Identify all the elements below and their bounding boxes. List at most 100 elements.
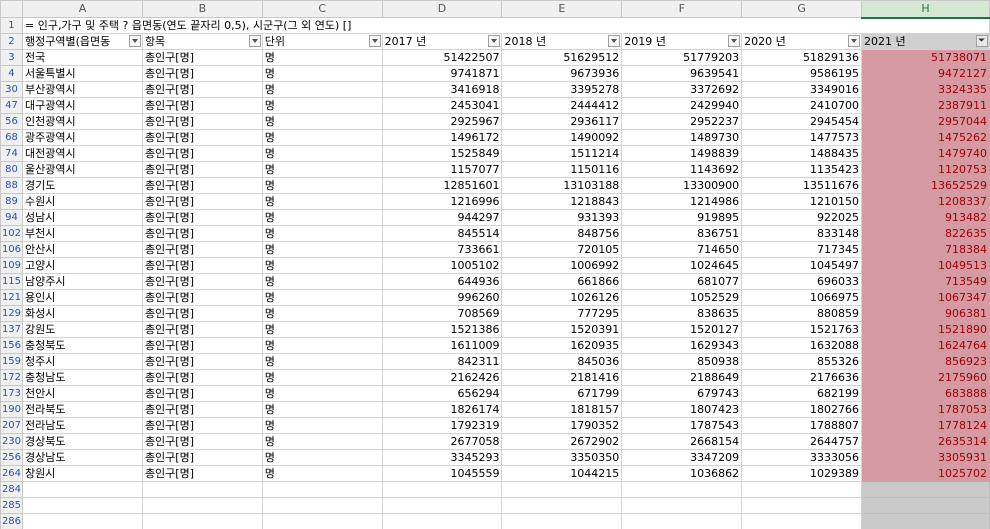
cell-y2021[interactable]: 1049513 [861, 257, 990, 274]
cell-y2020[interactable]: 1029389 [741, 465, 863, 482]
cell-unit[interactable]: 명 [261, 241, 383, 258]
spreadsheet-grid[interactable]: A B C D E F G H 1 = 인구,가구 및 주택 ? 읍면동(연도 끝자리 0,5),… [0, 0, 990, 529]
cell-y2020[interactable]: 682199 [741, 385, 863, 402]
row-number[interactable]: 56 [0, 113, 23, 130]
filter-dropdown-icon[interactable] [368, 35, 381, 47]
cell-y2021[interactable]: 913482 [861, 209, 990, 226]
header-cell-b[interactable]: 항목 [141, 33, 263, 50]
empty-cell[interactable] [741, 513, 863, 529]
cell-y2017[interactable]: 2162426 [381, 369, 503, 386]
cell-y2018[interactable]: 845036 [501, 353, 623, 370]
cell-y2018[interactable]: 1006992 [501, 257, 623, 274]
cell-y2021[interactable]: 9472127 [861, 65, 990, 82]
cell-item[interactable]: 총인구[명] [141, 81, 263, 98]
cell-y2021[interactable]: 683888 [861, 385, 990, 402]
cell-y2019[interactable]: 1214986 [621, 193, 743, 210]
cell-y2020[interactable]: 855326 [741, 353, 863, 370]
cell-region[interactable]: 전라남도 [21, 417, 143, 434]
cell-unit[interactable]: 명 [261, 209, 383, 226]
cell-y2019[interactable]: 1807423 [621, 401, 743, 418]
cell-y2017[interactable]: 2925967 [381, 113, 503, 130]
column-header-a[interactable]: A [21, 0, 143, 18]
cell-y2017[interactable]: 1792319 [381, 417, 503, 434]
cell-y2019[interactable]: 919895 [621, 209, 743, 226]
cell-y2018[interactable]: 1790352 [501, 417, 623, 434]
cell-region[interactable]: 경상남도 [21, 449, 143, 466]
cell-y2017[interactable]: 2677058 [381, 433, 503, 450]
row-number[interactable]: 256 [0, 449, 23, 466]
cell-item[interactable]: 총인구[명] [141, 257, 263, 274]
column-header-d[interactable]: D [381, 0, 503, 18]
cell-y2020[interactable]: 1788807 [741, 417, 863, 434]
empty-cell[interactable] [861, 481, 990, 498]
row-number[interactable]: 106 [0, 241, 23, 258]
cell-unit[interactable]: 명 [261, 193, 383, 210]
row-number[interactable]: 94 [0, 209, 23, 226]
cell-item[interactable]: 총인구[명] [141, 177, 263, 194]
empty-cell[interactable] [501, 481, 623, 498]
cell-region[interactable]: 충청남도 [21, 369, 143, 386]
cell-region[interactable]: 대전광역시 [21, 145, 143, 162]
header-cell-g[interactable]: 2020 년 [741, 33, 863, 50]
cell-y2019[interactable]: 1036862 [621, 465, 743, 482]
empty-cell[interactable] [261, 497, 383, 514]
cell-item[interactable]: 총인구[명] [141, 97, 263, 114]
column-header-f[interactable]: F [621, 0, 743, 18]
empty-cell[interactable] [381, 481, 503, 498]
cell-y2021[interactable]: 906381 [861, 305, 990, 322]
cell-y2020[interactable]: 51829136 [741, 49, 863, 66]
cell-y2018[interactable]: 1026126 [501, 289, 623, 306]
cell-y2019[interactable]: 9639541 [621, 65, 743, 82]
cell-unit[interactable]: 명 [261, 465, 383, 482]
spreadsheet[interactable]: A B C D E F G H 1 = 인구,가구 및 주택 ? 읍면동(연도 끝자리 0,5),… [0, 0, 990, 529]
cell-y2021[interactable]: 51738071 [861, 49, 990, 66]
cell-item[interactable]: 총인구[명] [141, 289, 263, 306]
cell-unit[interactable]: 명 [261, 81, 383, 98]
cell-y2019[interactable]: 1489730 [621, 129, 743, 146]
empty-cell[interactable] [501, 497, 623, 514]
cell-y2021[interactable]: 856923 [861, 353, 990, 370]
cell-y2020[interactable]: 3333056 [741, 449, 863, 466]
cell-y2018[interactable]: 2181416 [501, 369, 623, 386]
cell-unit[interactable]: 명 [261, 97, 383, 114]
cell-item[interactable]: 총인구[명] [141, 209, 263, 226]
select-all-corner[interactable] [0, 0, 23, 18]
cell-item[interactable]: 총인구[명] [141, 273, 263, 290]
row-number[interactable]: 89 [0, 193, 23, 210]
row-number[interactable]: 230 [0, 433, 23, 450]
header-cell-f[interactable]: 2019 년 [621, 33, 743, 50]
cell-y2017[interactable]: 51422507 [381, 49, 503, 66]
cell-y2019[interactable]: 714650 [621, 241, 743, 258]
row-number[interactable]: 88 [0, 177, 23, 194]
cell-y2021[interactable]: 1475262 [861, 129, 990, 146]
cell-item[interactable]: 총인구[명] [141, 225, 263, 242]
cell-unit[interactable]: 명 [261, 353, 383, 370]
cell-unit[interactable]: 명 [261, 49, 383, 66]
cell-y2019[interactable]: 679743 [621, 385, 743, 402]
cell-item[interactable]: 총인구[명] [141, 161, 263, 178]
empty-cell[interactable] [621, 513, 743, 529]
cell-item[interactable]: 총인구[명] [141, 49, 263, 66]
cell-y2017[interactable]: 708569 [381, 305, 503, 322]
cell-y2019[interactable]: 13300900 [621, 177, 743, 194]
cell-unit[interactable]: 명 [261, 113, 383, 130]
cell-y2017[interactable]: 996260 [381, 289, 503, 306]
cell-y2019[interactable]: 51779203 [621, 49, 743, 66]
cell-y2018[interactable]: 3350350 [501, 449, 623, 466]
cell-y2019[interactable]: 1052529 [621, 289, 743, 306]
cell-y2018[interactable]: 2672902 [501, 433, 623, 450]
row-number[interactable]: 1 [0, 17, 23, 34]
cell-y2017[interactable]: 3416918 [381, 81, 503, 98]
cell-y2021[interactable]: 1025702 [861, 465, 990, 482]
cell-y2021[interactable]: 1067347 [861, 289, 990, 306]
cell-y2017[interactable]: 1826174 [381, 401, 503, 418]
cell-region[interactable]: 창원시 [21, 465, 143, 482]
empty-cell[interactable] [861, 497, 990, 514]
title-cell[interactable]: = 인구,가구 및 주택 ? 읍면동(연도 끝자리 0,5), 시군구(그 외 … [21, 17, 990, 34]
cell-y2020[interactable]: 1135423 [741, 161, 863, 178]
cell-y2018[interactable]: 1044215 [501, 465, 623, 482]
cell-y2018[interactable]: 9673936 [501, 65, 623, 82]
cell-region[interactable]: 충청북도 [21, 337, 143, 354]
header-cell-d[interactable]: 2017 년 [381, 33, 503, 50]
filter-dropdown-icon[interactable] [848, 35, 861, 47]
